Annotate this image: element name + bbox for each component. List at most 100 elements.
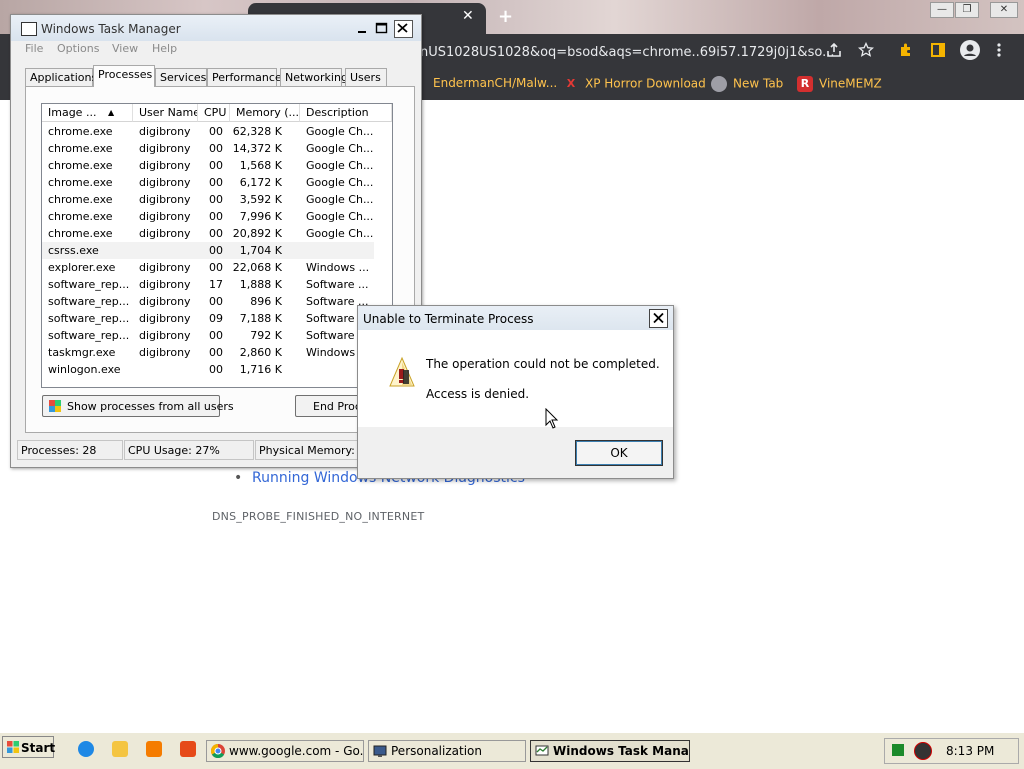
dialog-close-button[interactable] bbox=[649, 309, 668, 328]
column-description[interactable]: Description bbox=[300, 104, 392, 122]
cell-user: digibrony bbox=[139, 227, 191, 240]
sidepanel-icon[interactable] bbox=[930, 42, 946, 58]
chrome-menu-icon[interactable] bbox=[996, 42, 1002, 58]
process-row[interactable]: chrome.exe digibrony 00 6,172 K Google Ch... bbox=[42, 174, 374, 191]
process-row[interactable]: chrome.exe digibrony 00 1,568 K Google Ch... bbox=[42, 157, 374, 174]
process-row[interactable]: chrome.exe digibrony 00 7,996 K Google Ch... bbox=[42, 208, 374, 225]
cell-image: chrome.exe bbox=[48, 210, 113, 223]
cell-mem: 14,372 K bbox=[232, 142, 282, 155]
tab-applications[interactable]: Applications bbox=[25, 68, 97, 86]
status-processes: Processes: 28 bbox=[17, 440, 123, 460]
tab-performance[interactable]: Performance bbox=[207, 68, 282, 86]
process-row[interactable]: explorer.exe digibrony 00 22,068 K Windows .… bbox=[42, 259, 374, 276]
task-button-chrome[interactable]: www.google.com - Go... bbox=[206, 740, 364, 762]
column-memory[interactable]: Memory (... bbox=[230, 104, 300, 122]
share-icon[interactable] bbox=[826, 42, 842, 58]
cell-cpu: 00 bbox=[209, 227, 223, 240]
cell-desc: Windows ... bbox=[306, 261, 370, 274]
bookmark-endermanch[interactable]: EndermanCH/Malw... bbox=[433, 76, 557, 90]
menu-help[interactable]: Help bbox=[152, 42, 177, 55]
minimize-button[interactable] bbox=[354, 20, 371, 36]
task-label: Windows Task Manager bbox=[553, 744, 689, 758]
browser-close-button[interactable]: ✕ bbox=[990, 2, 1018, 18]
folder-icon[interactable] bbox=[112, 741, 128, 757]
process-row[interactable]: software_rep... digibrony 09 7,188 K Softwar… bbox=[42, 310, 374, 327]
process-row[interactable]: software_rep... digibrony 00 896 K Software … bbox=[42, 293, 374, 310]
media-player-icon[interactable] bbox=[146, 741, 162, 757]
new-tab-button[interactable]: + bbox=[498, 6, 513, 27]
process-row[interactable]: chrome.exe digibrony 00 20,892 K Google Ch..… bbox=[42, 225, 374, 242]
status-cpu-usage: CPU Usage: 27% bbox=[124, 440, 254, 460]
task-button-task-manager[interactable]: Windows Task Manager bbox=[530, 740, 690, 762]
tab-processes[interactable]: Processes bbox=[93, 65, 155, 87]
users-shield-icon bbox=[49, 400, 61, 412]
window-title: Windows Task Manager bbox=[41, 22, 181, 36]
process-row[interactable]: taskmgr.exe digibrony 00 2,860 K Windows ... bbox=[42, 344, 374, 361]
network-status-icon[interactable] bbox=[892, 744, 904, 756]
paint-icon[interactable] bbox=[180, 741, 196, 757]
process-row[interactable]: csrss.exe 00 1,704 K bbox=[42, 242, 374, 259]
column-label: Image ... bbox=[48, 106, 97, 119]
cell-mem: 1,568 K bbox=[239, 159, 282, 172]
task-button-personalization[interactable]: Personalization bbox=[368, 740, 526, 762]
cell-desc: Google Ch... bbox=[306, 210, 374, 223]
process-row[interactable]: winlogon.exe 00 1,716 K bbox=[42, 361, 374, 378]
taskmgr-icon bbox=[535, 745, 549, 756]
cell-user: digibrony bbox=[139, 295, 191, 308]
process-row[interactable]: chrome.exe digibrony 00 3,592 K Google Ch... bbox=[42, 191, 374, 208]
cell-cpu: 00 bbox=[209, 261, 223, 274]
process-list[interactable]: Image ... ▲ User Name CPU Memory (... De… bbox=[41, 103, 393, 388]
cell-desc: Google Ch... bbox=[306, 193, 374, 206]
browser-minimize-button[interactable]: — bbox=[930, 2, 954, 18]
cell-cpu: 00 bbox=[209, 125, 223, 138]
column-cpu[interactable]: CPU bbox=[198, 104, 230, 122]
process-row[interactable]: software_rep... digibrony 17 1,888 K Softwar… bbox=[42, 276, 374, 293]
menu-file[interactable]: File bbox=[25, 42, 43, 55]
browser-restore-button[interactable]: ❐ bbox=[955, 2, 979, 18]
r-icon: R bbox=[797, 76, 813, 92]
start-button[interactable]: Start bbox=[2, 736, 56, 758]
omnibox-url[interactable]: nUS1028US1028&oq=bsod&aqs=chrome..69i57.… bbox=[420, 45, 834, 60]
column-user-name[interactable]: User Name bbox=[133, 104, 198, 122]
process-row[interactable]: chrome.exe digibrony 00 62,328 K Google Ch..… bbox=[42, 123, 374, 140]
tab-close-icon[interactable]: ✕ bbox=[462, 8, 474, 24]
close-button[interactable] bbox=[394, 20, 413, 38]
menu-options[interactable]: Options bbox=[57, 42, 99, 55]
cell-image: taskmgr.exe bbox=[48, 346, 116, 359]
clock[interactable]: 8:13 PM bbox=[946, 744, 994, 758]
cell-mem: 1,888 K bbox=[239, 278, 282, 291]
cell-image: chrome.exe bbox=[48, 125, 113, 138]
start-label: Start bbox=[21, 741, 56, 755]
show-all-users-button[interactable]: Show processes from all users bbox=[42, 395, 234, 417]
task-manager-titlebar[interactable]: Windows Task Manager bbox=[11, 15, 421, 41]
cell-desc: Google Ch... bbox=[306, 176, 374, 189]
ok-button[interactable]: OK bbox=[575, 440, 663, 466]
tab-networking[interactable]: Networking bbox=[280, 68, 348, 86]
cell-image: software_rep... bbox=[48, 295, 130, 308]
extensions-icon[interactable] bbox=[898, 42, 914, 58]
bookmark-new-tab[interactable]: New Tab bbox=[711, 76, 783, 92]
process-row[interactable]: chrome.exe digibrony 00 14,372 K Google Ch..… bbox=[42, 140, 374, 157]
cell-mem: 6,172 K bbox=[239, 176, 282, 189]
cell-mem: 7,188 K bbox=[239, 312, 282, 325]
security-alert-icon[interactable] bbox=[914, 742, 932, 760]
cell-image: chrome.exe bbox=[48, 176, 113, 189]
windows-flag-icon bbox=[7, 741, 19, 753]
profile-avatar[interactable] bbox=[960, 40, 980, 60]
internet-explorer-icon[interactable] bbox=[78, 741, 94, 757]
dialog-titlebar[interactable]: Unable to Terminate Process bbox=[358, 306, 673, 330]
dialog-title: Unable to Terminate Process bbox=[363, 312, 534, 326]
globe-icon bbox=[711, 76, 727, 92]
tab-services[interactable]: Services bbox=[155, 68, 207, 86]
process-row[interactable]: software_rep... digibrony 00 792 K Software … bbox=[42, 327, 374, 344]
column-image-name[interactable]: Image ... ▲ bbox=[42, 104, 133, 122]
menu-view[interactable]: View bbox=[112, 42, 138, 55]
tab-users[interactable]: Users bbox=[345, 68, 387, 86]
cell-desc: Google Ch... bbox=[306, 142, 374, 155]
mouse-cursor-icon bbox=[545, 408, 559, 430]
cell-cpu: 00 bbox=[209, 142, 223, 155]
bookmark-vinememz[interactable]: R VineMEMZ bbox=[797, 76, 882, 92]
bookmark-xp-horror[interactable]: X XP Horror Download bbox=[563, 76, 706, 92]
maximize-button[interactable] bbox=[373, 20, 390, 36]
bookmark-star-icon[interactable] bbox=[858, 42, 874, 58]
